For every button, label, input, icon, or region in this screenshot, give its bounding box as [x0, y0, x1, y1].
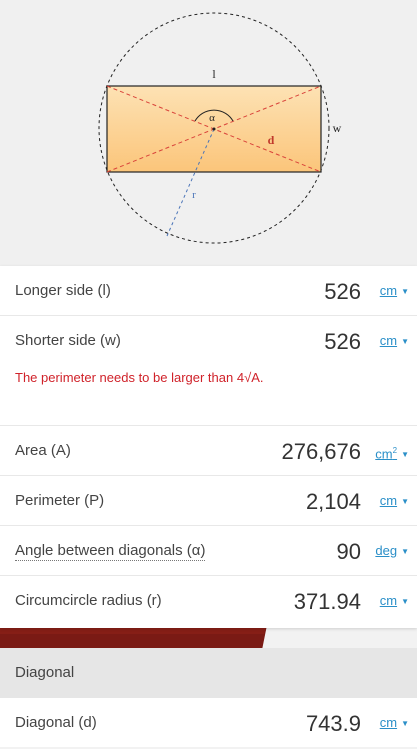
- unit-selector[interactable]: cm ▼: [380, 476, 409, 527]
- unit-selector[interactable]: cm2 ▼: [375, 426, 409, 480]
- field-perimeter: Perimeter (P) 2,104 cm ▼: [0, 476, 417, 526]
- area-value[interactable]: 276,676: [281, 426, 361, 478]
- field-diagonal: Diagonal (d) 743.9 cm ▼: [0, 698, 417, 747]
- dropdown-triangle-icon: ▼: [401, 337, 409, 346]
- field-label: Circumcircle radius (r): [15, 592, 162, 609]
- calculator-card: Longer side (l) 526 cm ▼ Shorter side (w)…: [0, 266, 417, 628]
- angle-value[interactable]: 90: [337, 526, 361, 578]
- field-area: Area (A) 276,676 cm2 ▼: [0, 426, 417, 476]
- unit-selector[interactable]: cm ▼: [380, 266, 409, 317]
- dropdown-triangle-icon: ▼: [401, 719, 409, 728]
- dropdown-triangle-icon: ▼: [401, 497, 409, 506]
- unit-selector[interactable]: deg ▼: [375, 526, 409, 577]
- field-label: Shorter side (w): [15, 332, 121, 349]
- field-circumcircle-radius: Circumcircle radius (r) 371.94 cm ▼: [0, 576, 417, 626]
- error-message: The perimeter needs to be larger than 4√…: [15, 370, 264, 385]
- dropdown-triangle-icon: ▼: [401, 450, 409, 460]
- dropdown-triangle-icon: ▼: [401, 597, 409, 606]
- label-r: r: [192, 189, 196, 201]
- field-label: Area (A): [15, 442, 71, 459]
- dropdown-triangle-icon: ▼: [401, 547, 409, 556]
- field-angle: Angle between diagonals (α) 90 deg ▼: [0, 526, 417, 576]
- label-alpha: α: [209, 112, 215, 124]
- diagonal-value[interactable]: 743.9: [306, 698, 361, 749]
- field-longer-side: Longer side (l) 526 cm ▼: [0, 266, 417, 316]
- perimeter-value[interactable]: 2,104: [306, 476, 361, 528]
- longer-side-value[interactable]: 526: [324, 266, 361, 318]
- shorter-side-value[interactable]: 526: [324, 316, 361, 368]
- field-label[interactable]: Angle between diagonals (α): [15, 542, 206, 561]
- field-shorter-side: Shorter side (w) 526 cm ▼ The perimeter n…: [0, 316, 417, 426]
- label-w: w: [333, 121, 342, 135]
- section-title: Diagonal: [15, 664, 75, 681]
- unit-selector[interactable]: cm ▼: [380, 316, 409, 367]
- label-d: d: [268, 133, 275, 147]
- dropdown-triangle-icon: ▼: [401, 287, 409, 296]
- field-label: Diagonal (d): [15, 714, 97, 731]
- field-label: Perimeter (P): [15, 492, 105, 509]
- diagram-svg: l w d r α: [98, 12, 342, 244]
- unit-selector[interactable]: cm ▼: [380, 698, 409, 748]
- field-label: Longer side (l): [15, 282, 111, 299]
- section-header-diagonal[interactable]: Diagonal: [0, 648, 417, 698]
- radius-value[interactable]: 371.94: [294, 576, 361, 628]
- center-point: [212, 127, 216, 131]
- label-l: l: [212, 67, 216, 81]
- unit-selector[interactable]: cm ▼: [380, 576, 409, 627]
- rectangle-diagram: l w d r α: [0, 0, 417, 266]
